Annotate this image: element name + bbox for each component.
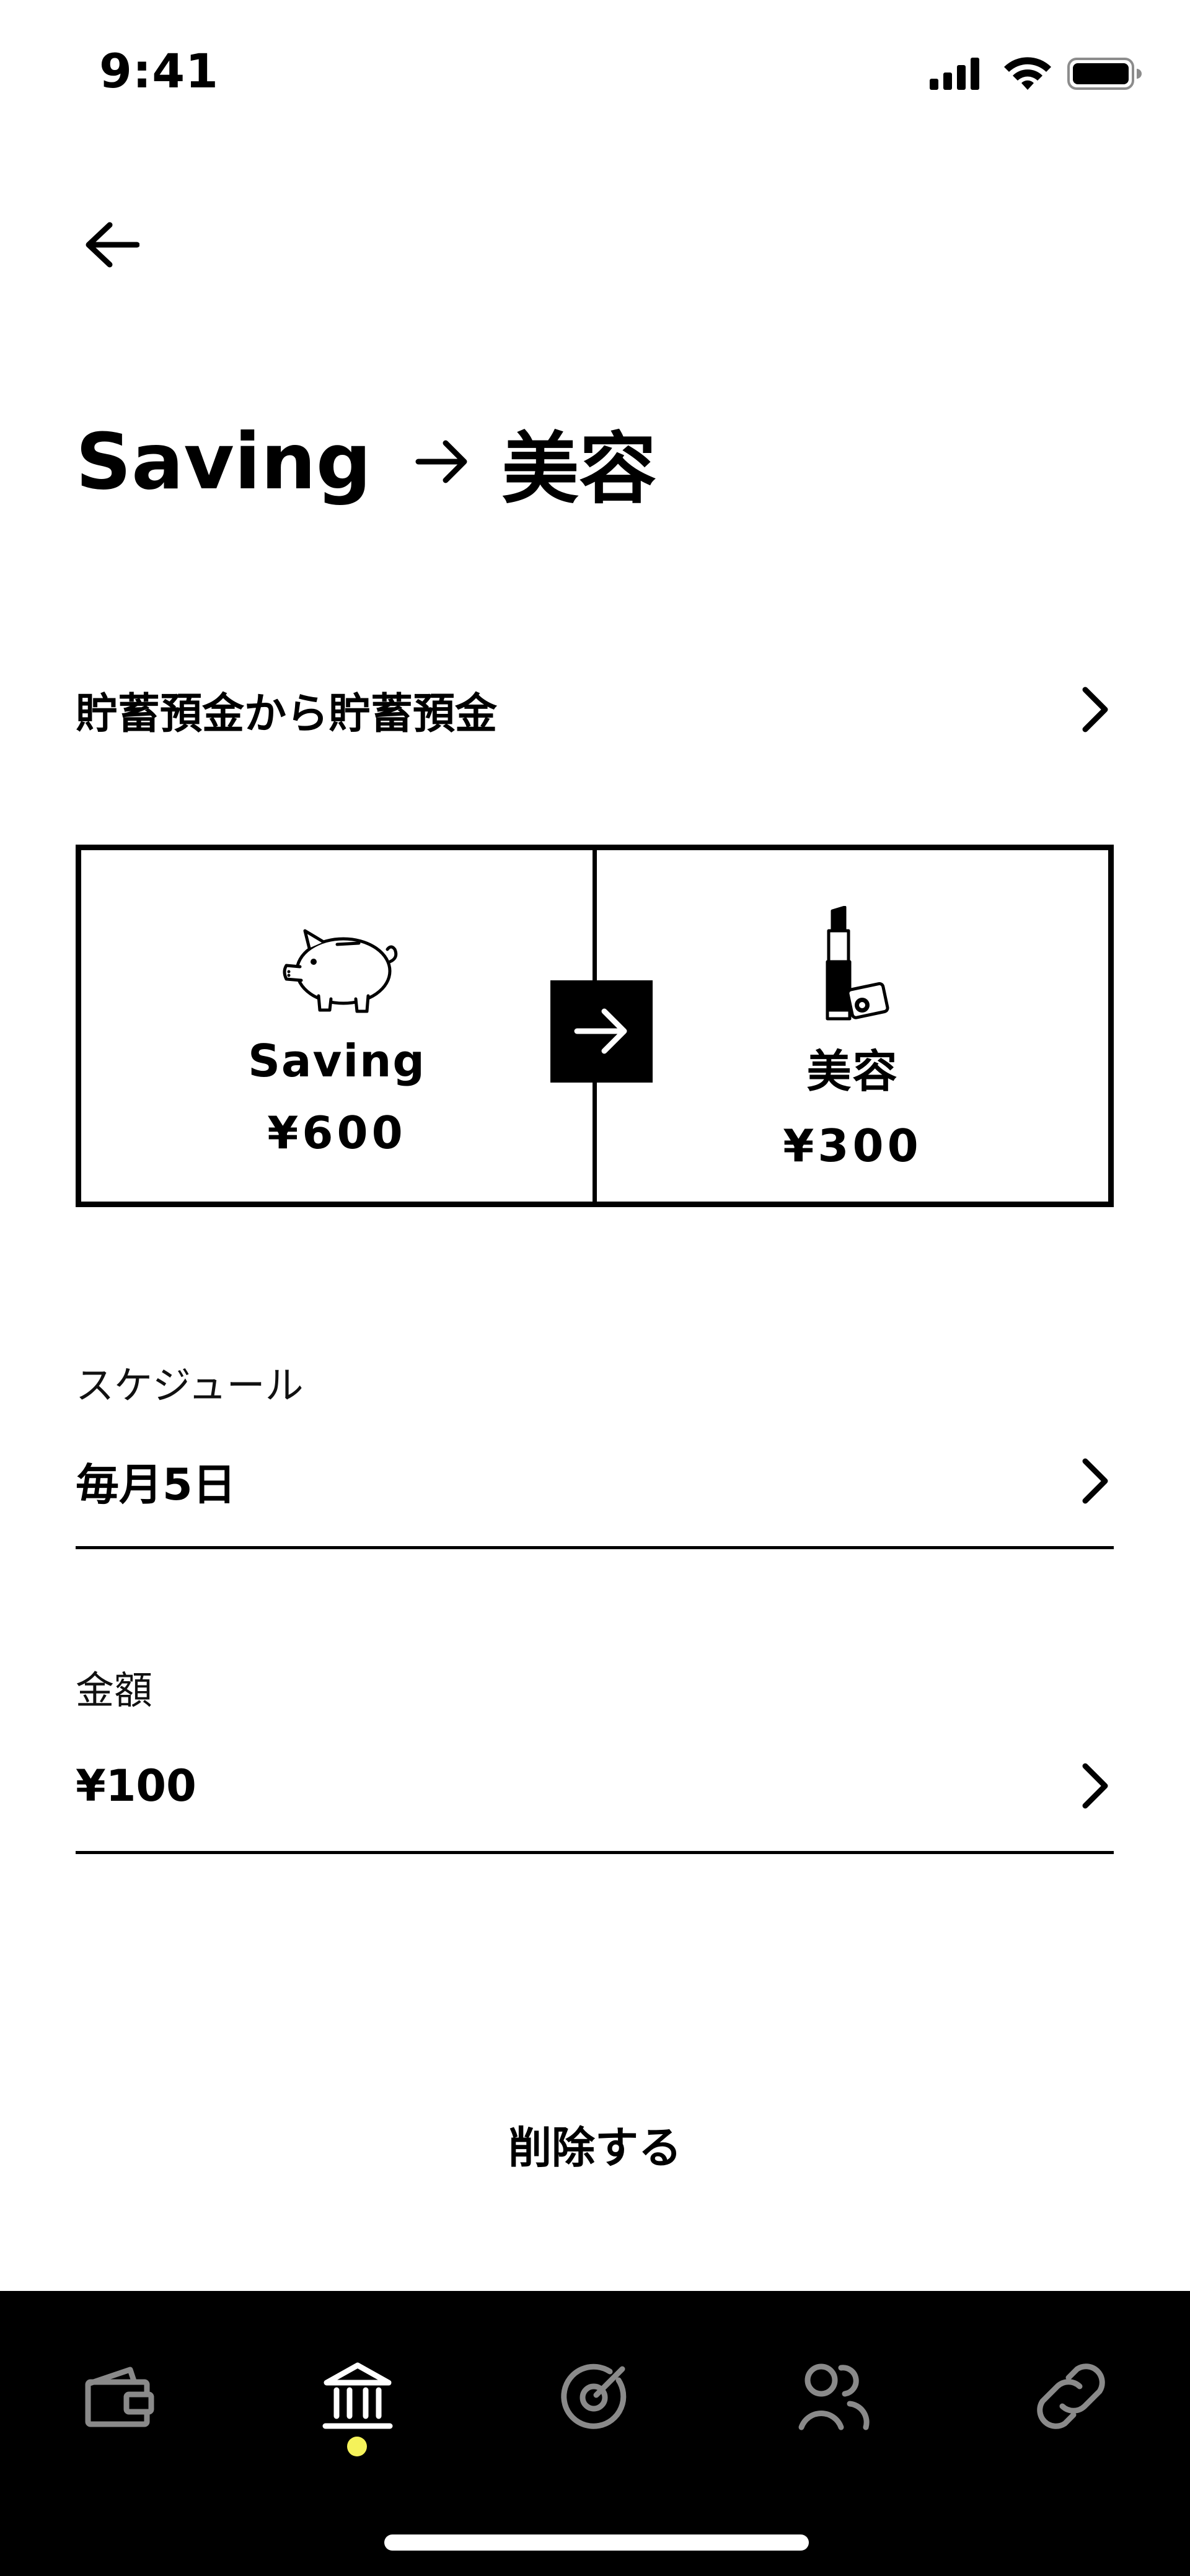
divider [76, 1546, 1114, 1549]
chevron-right-icon [1082, 1458, 1108, 1504]
people-icon [798, 2363, 870, 2430]
chevron-right-icon [1082, 1763, 1108, 1809]
active-tab-indicator [347, 2437, 367, 2456]
amount-row[interactable]: ¥100 [76, 1752, 1114, 1820]
to-account-name: 美容 [806, 1045, 899, 1097]
amount-value: ¥100 [76, 1761, 196, 1811]
arrow-left-icon [86, 222, 139, 268]
transfer-detail-screen: 9:41 Saving 美容 貯蓄預金から貯蓄預金 Saving ¥600 美容… [0, 0, 1190, 2576]
to-account-amount: ¥300 [783, 1120, 922, 1172]
wifi-icon [1004, 57, 1051, 90]
tab-bank[interactable] [311, 2350, 404, 2443]
from-account-name: Saving [248, 1035, 426, 1087]
delete-button[interactable]: 削除する [0, 2107, 1190, 2181]
chevron-right-icon [1082, 687, 1108, 732]
title-to: 美容 [501, 424, 657, 514]
back-button[interactable] [81, 214, 143, 276]
cellular-signal-icon [930, 58, 979, 90]
transfer-from-panel: Saving ¥600 [81, 850, 597, 1202]
divider [76, 1851, 1114, 1854]
tab-wallet[interactable] [73, 2350, 165, 2443]
tab-connections[interactable] [1025, 2350, 1117, 2443]
schedule-row[interactable]: 毎月5日 [76, 1447, 1114, 1515]
transfer-summary-card: Saving ¥600 美容 ¥300 [76, 845, 1114, 1207]
transfer-to-panel: 美容 ¥300 [597, 850, 1108, 1202]
link-icon [1037, 2363, 1105, 2429]
account-route-label: 貯蓄預金から貯蓄預金 [76, 689, 498, 739]
home-indicator[interactable] [384, 2534, 809, 2551]
from-account-amount: ¥600 [267, 1107, 407, 1159]
target-icon [561, 2363, 627, 2429]
amount-field: 金額 ¥100 [76, 1659, 1114, 1854]
tab-people[interactable] [787, 2350, 880, 2443]
status-time: 9:41 [99, 43, 219, 99]
bank-icon [322, 2362, 393, 2429]
schedule-field: スケジュール 毎月5日 [76, 1354, 1114, 1549]
account-route-row[interactable]: 貯蓄預金から貯蓄預金 [76, 669, 1114, 750]
schedule-value: 毎月5日 [76, 1459, 236, 1510]
piggy-bank-icon [275, 906, 399, 1024]
tab-bar [0, 2291, 1190, 2576]
title-from: Saving [76, 416, 372, 507]
wallet-icon [85, 2367, 154, 2427]
tab-goals[interactable] [549, 2350, 641, 2443]
page-title: Saving 美容 [76, 409, 656, 514]
arrow-right-icon [415, 437, 470, 486]
lipstick-icon [813, 906, 893, 1024]
schedule-caption: スケジュール [76, 1363, 304, 1408]
battery-icon [1067, 58, 1142, 90]
amount-caption: 金額 [76, 1668, 153, 1713]
status-icons [930, 53, 1144, 96]
arrow-right-icon [574, 1008, 627, 1054]
transfer-direction-badge [550, 980, 653, 1083]
